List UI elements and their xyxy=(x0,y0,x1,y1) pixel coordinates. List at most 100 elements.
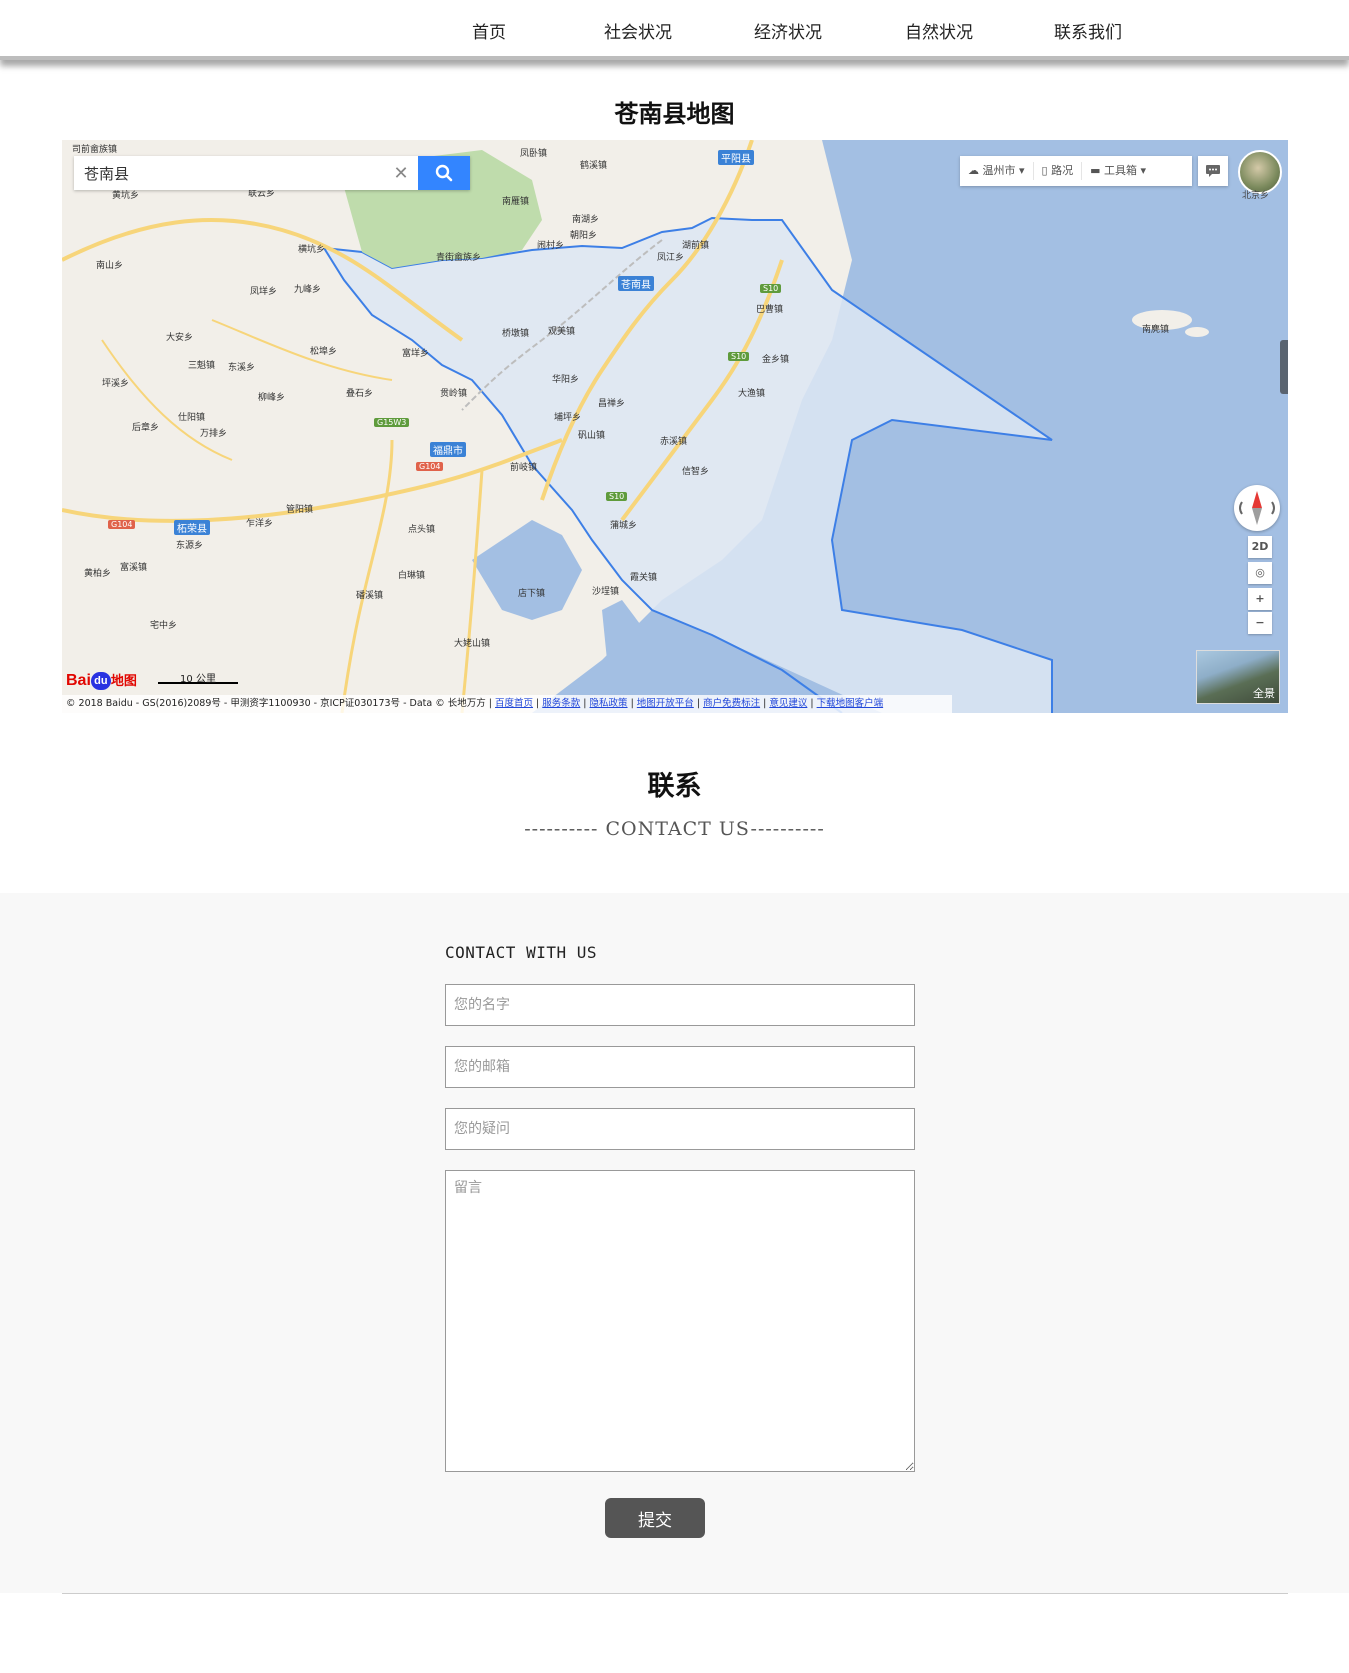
footer-link[interactable]: 地图开放平台 xyxy=(637,698,694,709)
map-city-label: 苍南县 xyxy=(618,276,654,291)
map-place-label: 管阳镇 xyxy=(286,505,314,515)
map-place-label: 鹤溪镇 xyxy=(580,161,608,171)
submit-button[interactable]: 提交 xyxy=(605,1498,705,1538)
map-place-label: 南雁镇 xyxy=(502,197,530,207)
form-heading: CONTACT WITH US xyxy=(445,943,597,962)
map-place-label: 点头镇 xyxy=(408,525,436,535)
footer-link[interactable]: 商户免费标注 xyxy=(703,698,760,709)
map-place-label: 乍洋乡 xyxy=(246,519,274,529)
name-field[interactable] xyxy=(445,984,915,1026)
map-city-selector[interactable]: ☁ 温州市 ▾ xyxy=(960,162,1034,180)
map-place-label: 大姥山镇 xyxy=(454,639,491,649)
message-field[interactable] xyxy=(445,1170,915,1472)
map-place-label: 三魁镇 xyxy=(188,361,216,371)
avatar-label: 北京乡 xyxy=(1242,191,1270,201)
map-place-label: 叠石乡 xyxy=(346,389,374,399)
map-road-shield: S10 xyxy=(760,284,782,293)
map-road-shield: S10 xyxy=(728,352,750,361)
clear-icon[interactable]: ✕ xyxy=(384,163,418,184)
message-icon[interactable] xyxy=(1198,156,1228,186)
map-place-label: 宅中乡 xyxy=(150,621,178,631)
map-search-input[interactable]: 苍南县 xyxy=(74,163,384,184)
map-place-label: 富溪镇 xyxy=(120,563,148,573)
map-place-label: 凤垟乡 xyxy=(250,287,278,297)
map-place-label: 贯岭镇 xyxy=(440,389,468,399)
footer-link[interactable]: 意见建议 xyxy=(769,698,807,709)
nav-contact[interactable]: 联系我们 xyxy=(1054,18,1122,43)
map-place-label: 大渔镇 xyxy=(738,389,766,399)
map-place-label: 南湖乡 xyxy=(572,215,600,225)
map-place-label: 霞关镇 xyxy=(630,573,658,583)
map-place-label: 桥墩镇 xyxy=(502,329,530,339)
baidu-map-logo: Bai du 地图 xyxy=(66,671,137,690)
map-place-label: 观美镇 xyxy=(548,327,576,337)
map-road-shield: S10 xyxy=(606,492,628,501)
map-place-label: 司前畲族镇 xyxy=(72,145,118,155)
map-place-label: 大安乡 xyxy=(166,333,194,343)
map-place-label: 凤江乡 xyxy=(657,253,685,263)
nav-society[interactable]: 社会状况 xyxy=(604,18,672,43)
map-place-label: 朝阳乡 xyxy=(570,231,598,241)
map-city-label: 柘荣县 xyxy=(174,520,210,535)
map-road-shield: G15W3 xyxy=(374,418,410,427)
contact-form-section: CONTACT WITH US 提交 xyxy=(0,893,1349,1593)
map-place-label: 九峰乡 xyxy=(294,285,322,295)
map-place-label: 赤溪镇 xyxy=(660,437,688,447)
locate-icon[interactable]: ◎ xyxy=(1248,562,1272,584)
search-icon xyxy=(435,164,453,182)
map-place-label: 金乡镇 xyxy=(762,355,790,365)
map-place-label: 柳峰乡 xyxy=(258,393,286,403)
map-place-label: 信智乡 xyxy=(682,467,710,477)
map-place-label: 沙埕镇 xyxy=(592,587,620,597)
map-place-label: 南麂镇 xyxy=(1142,325,1170,335)
map-road-shield: G104 xyxy=(416,462,444,471)
map-toolbar: ☁ 温州市 ▾ ▯ 路况 ▬ 工具箱 ▾ xyxy=(960,156,1192,186)
nav-nature[interactable]: 自然状况 xyxy=(905,18,973,43)
compass-icon[interactable] xyxy=(1234,485,1280,531)
map-search-button[interactable] xyxy=(418,156,470,190)
footer-link[interactable]: 百度首页 xyxy=(495,698,533,709)
map-city-label: 平阳县 xyxy=(718,150,754,165)
map-place-label: 店下镇 xyxy=(518,589,546,599)
email-field[interactable] xyxy=(445,1046,915,1088)
map-toolbox-menu[interactable]: ▬ 工具箱 ▾ xyxy=(1082,162,1154,180)
map-place-label: 蒲城乡 xyxy=(610,521,638,531)
baidu-map[interactable]: 凤卧镇 鹤溪镇 平阳县 南雁镇 南湖乡 朝阳乡 闹村乡 湖前镇 凤江乡 横坑乡 … xyxy=(62,140,1288,713)
map-place-label: 青街畲族乡 xyxy=(436,253,482,263)
map-place-label: 白琳镇 xyxy=(398,571,426,581)
map-place-label: 前岐镇 xyxy=(510,463,538,473)
panorama-label: 全景 xyxy=(1253,687,1275,700)
map-sidebar-handle[interactable] xyxy=(1280,340,1288,394)
map-place-label: 黄柏乡 xyxy=(84,569,112,579)
map-title: 苍南县地图 xyxy=(614,99,735,128)
map-scale-bar: 10 公里 xyxy=(158,670,238,685)
map-place-label: 坪溪乡 xyxy=(102,379,130,389)
map-place-label: 富垟乡 xyxy=(402,349,430,359)
footer-link[interactable]: 下载地图客户端 xyxy=(817,698,884,709)
map-base-graphic xyxy=(62,140,1288,713)
map-traffic-toggle[interactable]: ▯ 路况 xyxy=(1034,162,1083,180)
map-place-label: 华阳乡 xyxy=(552,375,580,385)
zoom-out-button[interactable]: − xyxy=(1248,612,1272,634)
contact-title: 联系 xyxy=(647,771,702,802)
map-place-label: 巴曹镇 xyxy=(756,305,784,315)
map-place-label: 东溪乡 xyxy=(228,363,256,373)
question-field[interactable] xyxy=(445,1108,915,1150)
map-place-label: 万排乡 xyxy=(200,429,228,439)
footer-link[interactable]: 隐私政策 xyxy=(590,698,628,709)
nav-home[interactable]: 首页 xyxy=(472,18,506,43)
panorama-thumbnail[interactable]: 全景 xyxy=(1196,650,1280,704)
map-place-label: 湖前镇 xyxy=(682,241,710,251)
map-place-label: 南山乡 xyxy=(96,261,124,271)
nav-economy[interactable]: 经济状况 xyxy=(754,18,822,43)
zoom-in-button[interactable]: + xyxy=(1248,588,1272,610)
footer-link[interactable]: 服务条款 xyxy=(542,698,580,709)
footer-divider xyxy=(62,1593,1288,1594)
map-place-label: 闹村乡 xyxy=(537,241,565,251)
map-place-label: 凤卧镇 xyxy=(520,149,548,159)
map-place-label: 仕阳镇 xyxy=(178,413,206,423)
map-city-label: 福鼎市 xyxy=(430,442,466,457)
map-2d-toggle[interactable]: 2D xyxy=(1248,536,1272,558)
map-place-label: 矾山镇 xyxy=(578,431,606,441)
map-place-label: 松埠乡 xyxy=(310,347,338,357)
